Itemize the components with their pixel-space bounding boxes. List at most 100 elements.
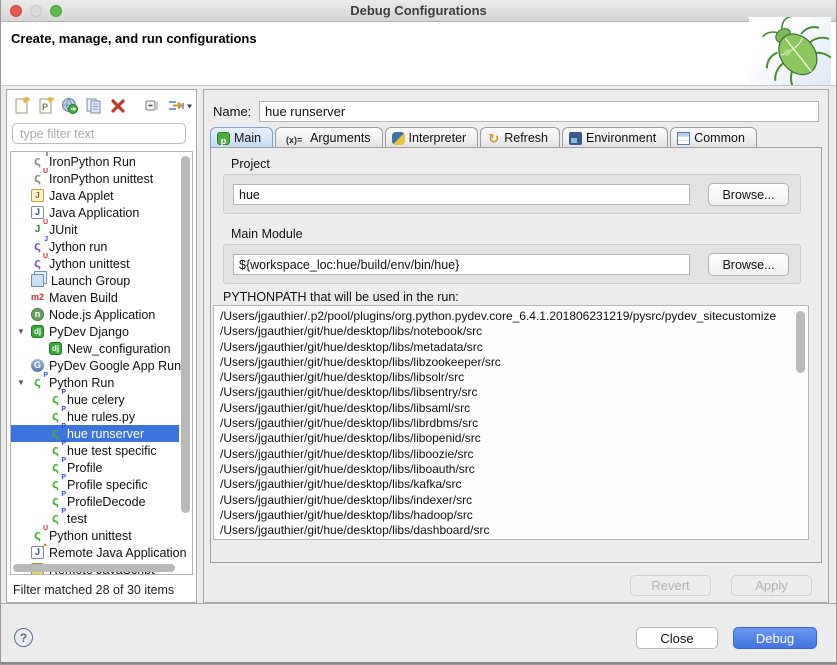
tree-item-label: Jython run bbox=[49, 240, 107, 254]
tab-arguments[interactable]: Arguments bbox=[275, 127, 382, 148]
tree-item-python-unittest[interactable]: ςUPython unittest bbox=[11, 527, 179, 544]
pythonpath-list[interactable]: /Users/jgauthier/.p2/pool/plugins/org.py… bbox=[213, 305, 809, 540]
filter-input[interactable] bbox=[12, 123, 186, 144]
ironpython-run-icon: ςI bbox=[31, 155, 44, 168]
ironpython-unittest-icon: ςU bbox=[31, 172, 44, 185]
collapse-all-icon[interactable] bbox=[143, 97, 161, 115]
tree-item-junit[interactable]: JUJUnit bbox=[11, 221, 179, 238]
project-browse-button[interactable]: Browse... bbox=[708, 183, 789, 206]
expand-collapse-icon[interactable]: ▼ bbox=[17, 327, 25, 336]
tree-item-remote-java-application[interactable]: J↗Remote Java Application bbox=[11, 544, 179, 561]
debug-button[interactable]: Debug bbox=[733, 627, 817, 649]
pythonpath-entry[interactable]: /Users/jgauthier/git/hue/desktop/libs/da… bbox=[220, 523, 794, 538]
pythonpath-entry[interactable]: /Users/jgauthier/git/hue/desktop/libs/no… bbox=[220, 324, 794, 339]
pythonpath-entry[interactable]: /Users/jgauthier/git/hue/desktop/libs/li… bbox=[220, 416, 794, 431]
tree-item-jython-run[interactable]: ςJJython run bbox=[11, 238, 179, 255]
python-run-icon: ςP bbox=[49, 410, 62, 423]
tree-item-label: Node.js Application bbox=[49, 308, 155, 322]
tree-item-label: hue rules.py bbox=[67, 410, 135, 424]
tree-item-java-applet[interactable]: JJava Applet bbox=[11, 187, 179, 204]
pythonpath-entry[interactable]: /Users/jgauthier/git/hue/desktop/libs/li… bbox=[220, 385, 794, 400]
tree-item-profile[interactable]: ςPProfile bbox=[11, 459, 179, 476]
tree-horizontal-scrollbar[interactable] bbox=[13, 564, 177, 572]
tree-item-maven-build[interactable]: m2Maven Build bbox=[11, 289, 179, 306]
tree-item-label: hue runserver bbox=[67, 427, 144, 441]
apply-button[interactable]: Apply bbox=[731, 575, 812, 596]
python-run-icon: ςP bbox=[49, 427, 62, 440]
pythonpath-scrollbar[interactable] bbox=[795, 309, 806, 536]
tree-item-label: Python Run bbox=[49, 376, 114, 390]
filter-launch-configurations-icon[interactable] bbox=[167, 97, 193, 115]
pythonpath-entry[interactable]: /Users/jgauthier/git/hue/desktop/libs/me… bbox=[220, 340, 794, 355]
tree-item-label: Launch Group bbox=[51, 274, 130, 288]
tree-item-label: Profile specific bbox=[67, 478, 148, 492]
tree-item-java-application[interactable]: JJava Application bbox=[11, 204, 179, 221]
export-launch-configuration-icon[interactable] bbox=[61, 97, 79, 115]
expand-collapse-icon[interactable]: ▼ bbox=[17, 378, 25, 387]
tree-item-profiledecode[interactable]: ςPProfileDecode bbox=[11, 493, 179, 510]
main-module-browse-button[interactable]: Browse... bbox=[708, 253, 789, 276]
revert-button[interactable]: Revert bbox=[630, 575, 711, 596]
project-section-label: Project bbox=[231, 157, 270, 171]
pythonpath-entry[interactable]: /Users/jgauthier/git/hue/desktop/libs/ka… bbox=[220, 477, 794, 492]
python-run-icon: ςP bbox=[49, 478, 62, 491]
pythonpath-entry[interactable]: /Users/jgauthier/git/hue/desktop/libs/li… bbox=[220, 370, 794, 385]
dialog-header: Create, manage, and run configurations bbox=[1, 22, 836, 86]
tree-item-hue-test-specific[interactable]: ςPhue test specific bbox=[11, 442, 179, 459]
delete-launch-configuration-icon[interactable] bbox=[109, 97, 127, 115]
pydev-django-icon: dj bbox=[49, 342, 62, 355]
common-icon bbox=[677, 132, 690, 145]
tree-item-launch-group[interactable]: Launch Group bbox=[11, 272, 179, 289]
new-launch-configuration-icon[interactable] bbox=[13, 97, 31, 115]
tab-common[interactable]: Common bbox=[670, 127, 757, 148]
tree-item-ironpython-run[interactable]: ςI IronPython Run bbox=[11, 153, 179, 170]
tree-item-hue-runserver[interactable]: ςP hue runserver bbox=[11, 425, 179, 442]
tree-item-python-run[interactable]: ▼ςPPython Run bbox=[11, 374, 179, 391]
tree-item-hue-rules-py[interactable]: ςP hue rules.py bbox=[11, 408, 179, 425]
help-button[interactable]: ? bbox=[14, 628, 33, 647]
tree-item-jython-unittest[interactable]: ςUJython unittest bbox=[11, 255, 179, 272]
tree-item-profile-specific[interactable]: ςP Profile specific bbox=[11, 476, 179, 493]
pythonpath-entry[interactable]: /Users/jgauthier/git/hue/desktop/libs/li… bbox=[220, 355, 794, 370]
revert-apply-row: Revert Apply bbox=[630, 575, 812, 596]
pythonpath-entry[interactable]: /Users/jgauthier/git/hue/desktop/libs/li… bbox=[220, 462, 794, 477]
tab-environment[interactable]: Environment bbox=[562, 127, 668, 148]
main-module-input[interactable] bbox=[233, 254, 690, 275]
tab-main[interactable]: Main bbox=[210, 127, 273, 148]
project-input[interactable] bbox=[233, 184, 690, 205]
python-run-icon: ςP bbox=[49, 495, 62, 508]
tree-item-test[interactable]: ςPtest bbox=[11, 510, 179, 527]
java-applet-icon: J bbox=[31, 189, 44, 202]
tab-interpreter[interactable]: Interpreter bbox=[385, 127, 479, 148]
pythonpath-entry[interactable]: /Users/jgauthier/.p2/pool/plugins/org.py… bbox=[220, 309, 794, 324]
pythonpath-entry[interactable]: /Users/jgauthier/git/hue/desktop/libs/ha… bbox=[220, 508, 794, 523]
tree-item-hue-celery[interactable]: ςPhue celery bbox=[11, 391, 179, 408]
tree-item-new-configuration[interactable]: djNew_configuration bbox=[11, 340, 179, 357]
tab-refresh[interactable]: Refresh bbox=[480, 127, 560, 148]
new-configuration-prototype-icon[interactable]: P bbox=[37, 97, 55, 115]
name-input[interactable] bbox=[259, 101, 819, 122]
tree-item-node-js-application[interactable]: nNode.js Application bbox=[11, 306, 179, 323]
tab-label: Arguments bbox=[310, 131, 370, 145]
pythonpath-entry[interactable]: /Users/jgauthier/git/hue/desktop/libs/li… bbox=[220, 447, 794, 462]
tree-vertical-scrollbar[interactable] bbox=[180, 154, 191, 562]
jython-unittest-icon: ςU bbox=[31, 257, 44, 270]
tree-item-label: hue test specific bbox=[67, 444, 157, 458]
tab-label: Environment bbox=[586, 131, 656, 145]
pythonpath-entry[interactable]: /Users/jgauthier/git/hue/desktop/libs/az… bbox=[220, 538, 794, 540]
maven-build-icon: m2 bbox=[31, 291, 44, 304]
main-module-group: Browse... bbox=[223, 244, 801, 284]
tree-item-ironpython-unittest[interactable]: ςU IronPython unittest bbox=[11, 170, 179, 187]
tree-item-pydev-google-app-run[interactable]: GPyDev Google App Run bbox=[11, 357, 179, 374]
tree-item-label: IronPython Run bbox=[49, 155, 136, 169]
pythonpath-entry[interactable]: /Users/jgauthier/git/hue/desktop/libs/li… bbox=[220, 401, 794, 416]
duplicate-launch-configuration-icon[interactable] bbox=[85, 97, 103, 115]
svg-text:P: P bbox=[42, 102, 48, 112]
tree-item-pydev-django[interactable]: ▼djPyDev Django bbox=[11, 323, 179, 340]
tree-item-label: IronPython unittest bbox=[49, 172, 153, 186]
pythonpath-entry[interactable]: /Users/jgauthier/git/hue/desktop/libs/li… bbox=[220, 431, 794, 446]
pythonpath-entry[interactable]: /Users/jgauthier/git/hue/desktop/libs/in… bbox=[220, 493, 794, 508]
close-button[interactable]: Close bbox=[636, 627, 718, 649]
pydev-gae-icon: G bbox=[31, 359, 44, 372]
dialog-header-title: Create, manage, and run configurations bbox=[11, 31, 257, 46]
